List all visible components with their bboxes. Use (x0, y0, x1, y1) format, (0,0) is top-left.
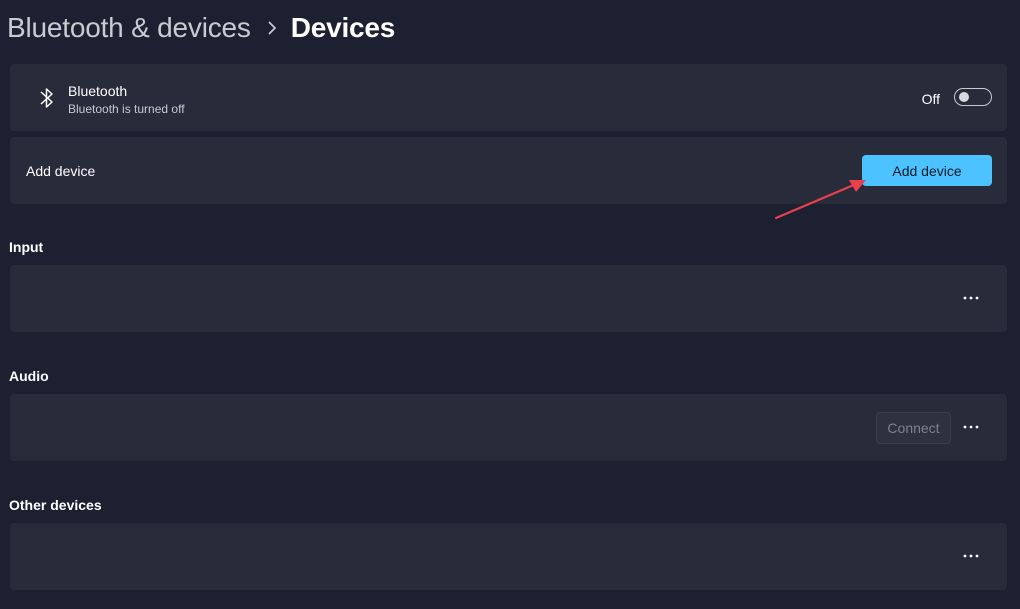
audio-device-card[interactable]: Connect (10, 394, 1007, 461)
section-title-input: Input (9, 239, 44, 255)
input-device-card[interactable] (10, 265, 1007, 332)
add-device-button[interactable]: Add device (862, 155, 992, 186)
bluetooth-title: Bluetooth (68, 83, 128, 99)
section-title-audio: Audio (9, 368, 49, 384)
add-device-card: Add device Add device (10, 137, 1007, 204)
page-title: Devices (290, 12, 396, 43)
bluetooth-toggle[interactable] (954, 88, 992, 106)
toggle-knob (959, 92, 969, 102)
section-title-other-devices: Other devices (9, 497, 102, 513)
breadcrumb: Bluetooth & devices Devices (7, 8, 395, 48)
add-device-label: Add device (26, 163, 96, 179)
more-options-icon[interactable] (959, 420, 983, 434)
more-options-icon[interactable] (959, 549, 983, 563)
bluetooth-card: Bluetooth Bluetooth is turned off Off (10, 64, 1007, 131)
connect-button[interactable]: Connect (876, 412, 951, 444)
chevron-right-icon (267, 21, 277, 35)
bluetooth-icon (37, 86, 57, 110)
toggle-state-label: Off (921, 91, 940, 107)
bluetooth-status-text: Bluetooth is turned off (68, 102, 185, 116)
breadcrumb-parent-link[interactable]: Bluetooth & devices (7, 12, 251, 44)
other-device-card[interactable] (10, 523, 1007, 590)
more-options-icon[interactable] (959, 291, 983, 305)
